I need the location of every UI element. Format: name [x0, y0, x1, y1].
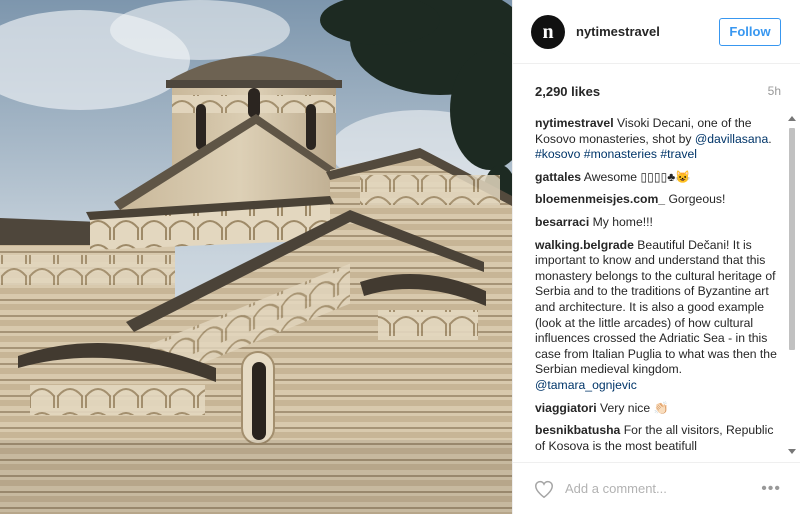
comment-username[interactable]: bloemenmeisjes.com_ — [535, 192, 665, 206]
more-options-icon[interactable]: ••• — [761, 480, 781, 497]
comment-text: My home!!! — [592, 214, 653, 229]
comment-username[interactable]: walking.belgrade — [535, 238, 634, 252]
comment-username[interactable]: viaggiatori — [535, 401, 597, 415]
scroll-up-arrow-icon[interactable] — [788, 116, 796, 121]
comment-text: . — [768, 131, 772, 146]
scroll-thumb[interactable] — [789, 128, 795, 350]
comment-item: besarraci My home!!! — [535, 215, 783, 231]
monastery-photo — [0, 0, 512, 514]
comment-item: viaggiatori Very nice 👏🏻 — [535, 401, 783, 417]
comment-link[interactable]: @davillasana — [695, 132, 768, 146]
comment-link[interactable]: #monasteries — [584, 147, 657, 161]
add-comment-input[interactable] — [565, 481, 762, 496]
comment-item: bloemenmeisjes.com_ Gorgeous! — [535, 192, 783, 208]
post-photo[interactable] — [0, 0, 512, 514]
comment-text: Gorgeous! — [668, 192, 726, 207]
comment-text: Awesome ▯▯▯▯♣😺 — [583, 169, 691, 184]
post-header: n nytimestravel Follow — [513, 0, 800, 64]
comment-item: walking.belgrade Beautiful Dečani! It is… — [535, 238, 783, 394]
avatar-letter: n — [542, 20, 554, 43]
username[interactable]: nytimestravel — [576, 24, 719, 39]
comment-username[interactable]: besnikbatusha — [535, 423, 620, 437]
comment-username[interactable]: nytimestravel — [535, 116, 614, 130]
comments-list: nytimestravel Visoki Decani, one of the … — [535, 116, 783, 454]
post-modal: n nytimestravel Follow 2,290 likes 5h ny… — [0, 0, 800, 514]
comment-item: nytimestravel Visoki Decani, one of the … — [535, 116, 783, 163]
comment-item: besnikbatusha For the all visitors, Repu… — [535, 423, 783, 454]
timestamp[interactable]: 5h — [768, 84, 781, 98]
comment-text: Very nice 👏🏻 — [600, 400, 669, 415]
likes-count[interactable]: 2,290 likes — [535, 84, 600, 99]
post-footer: ••• — [513, 462, 800, 514]
scroll-down-arrow-icon[interactable] — [788, 449, 796, 454]
post-side-panel: n nytimestravel Follow 2,290 likes 5h ny… — [512, 0, 800, 514]
comment-link[interactable]: #travel — [660, 147, 697, 161]
heart-icon[interactable] — [533, 478, 555, 500]
comment-username[interactable]: besarraci — [535, 215, 589, 229]
comment-link[interactable]: @tamara_ognjevic — [535, 378, 637, 392]
follow-button[interactable]: Follow — [719, 17, 781, 46]
post-meta: 2,290 likes 5h — [513, 76, 800, 106]
comments-scrollbar[interactable] — [788, 116, 796, 454]
comment-text: Beautiful Dečani! It is important to kno… — [535, 237, 777, 377]
comment-username[interactable]: gattales — [535, 170, 581, 184]
comment-item: gattales Awesome ▯▯▯▯♣😺 — [535, 170, 783, 186]
avatar[interactable]: n — [531, 14, 565, 49]
comment-link[interactable]: #kosovo — [535, 147, 580, 161]
